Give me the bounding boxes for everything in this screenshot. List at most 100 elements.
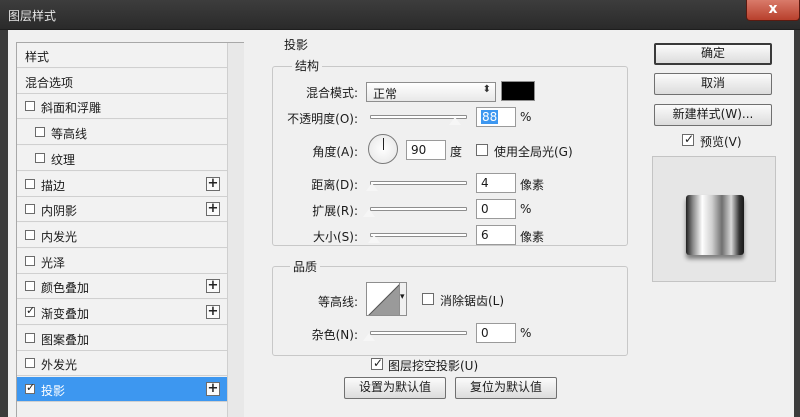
style-list-item[interactable]: 渐变叠加 + <box>17 300 227 325</box>
size-unit: 像素 <box>520 230 545 244</box>
add-icon[interactable]: + <box>206 177 220 191</box>
window-title: 图层样式 <box>8 9 57 23</box>
distance-slider[interactable] <box>370 181 467 185</box>
dialog-client: 样式混合选项斜面和浮雕等高线纹理描边 + 内阴影 + 内发光光泽颜色叠加 + 渐变叠加 + 图案… <box>8 30 794 417</box>
angle-unit: 度 <box>450 145 463 159</box>
add-icon[interactable]: + <box>206 305 220 319</box>
make-default-button[interactable]: 设置为默认值 <box>344 377 446 399</box>
style-checkbox[interactable] <box>25 304 35 317</box>
noise-label: 杂色(N): <box>311 328 358 342</box>
style-list-item[interactable]: 等高线 <box>17 120 227 145</box>
style-list-item[interactable]: 混合选项 <box>17 69 227 94</box>
contour-label: 等高线: <box>317 295 358 309</box>
distance-label: 距离(D): <box>311 178 358 192</box>
noise-input[interactable]: 0 <box>476 323 516 343</box>
global-light-checkbox[interactable] <box>476 144 488 156</box>
style-list-item[interactable]: 纹理 <box>17 146 227 171</box>
style-preview <box>652 156 776 282</box>
spread-slider[interactable] <box>370 207 467 211</box>
style-list-item-label: 投影 <box>41 384 66 398</box>
spread-input[interactable]: 0 <box>476 199 516 219</box>
opacity-slider-thumb[interactable] <box>448 116 462 126</box>
style-list: 样式混合选项斜面和浮雕等高线纹理描边 + 内阴影 + 内发光光泽颜色叠加 + 渐变叠加 + 图案… <box>16 42 244 417</box>
style-checkbox[interactable] <box>25 381 35 394</box>
cancel-button[interactable]: 取消 <box>654 73 772 95</box>
size-slider-thumb[interactable] <box>367 234 381 244</box>
shadow-color-swatch[interactable] <box>501 81 535 101</box>
title-bar: 图层样式 x <box>0 0 800 30</box>
style-checkbox[interactable] <box>25 358 35 368</box>
add-icon[interactable]: + <box>206 279 220 293</box>
style-list-item-label: 斜面和浮雕 <box>41 101 102 115</box>
angle-label: 角度(A): <box>312 145 358 159</box>
knockout-label: 图层挖空投影(U) <box>388 359 479 373</box>
opacity-unit: % <box>520 110 532 124</box>
noise-slider-thumb[interactable] <box>362 332 376 342</box>
style-list-item-label: 纹理 <box>51 153 76 167</box>
style-list-item-label: 内发光 <box>41 230 78 244</box>
add-icon[interactable]: + <box>206 202 220 216</box>
preview-label: 预览(V) <box>700 135 742 149</box>
style-list-item-label: 渐变叠加 <box>41 307 90 321</box>
size-input[interactable]: 6 <box>476 225 516 245</box>
size-slider[interactable] <box>370 233 467 237</box>
opacity-label: 不透明度(O): <box>287 112 358 126</box>
style-list-item-label: 等高线 <box>51 127 88 141</box>
angle-value: 90 <box>411 143 427 157</box>
spread-unit: % <box>520 202 532 216</box>
contour-picker[interactable] <box>366 282 400 316</box>
style-checkbox[interactable] <box>25 230 35 240</box>
anti-alias-checkbox[interactable] <box>422 293 434 305</box>
style-checkbox[interactable] <box>25 256 35 266</box>
anti-alias-label: 消除锯齿(L) <box>440 294 505 308</box>
quality-title: 品质 <box>290 258 321 275</box>
ok-button[interactable]: 确定 <box>654 43 772 65</box>
style-list-item[interactable]: 内发光 <box>17 223 227 248</box>
angle-input[interactable]: 90 <box>406 140 446 160</box>
preview-checkbox[interactable] <box>682 132 694 146</box>
updown-icon: ⬍ <box>482 84 491 95</box>
angle-dial[interactable] <box>368 134 398 164</box>
style-list-item[interactable]: 外发光 <box>17 351 227 376</box>
distance-input[interactable]: 4 <box>476 173 516 193</box>
add-icon[interactable]: + <box>206 382 220 396</box>
style-checkbox[interactable] <box>35 153 45 163</box>
style-list-item[interactable]: 颜色叠加 + <box>17 274 227 299</box>
style-list-scrollbar[interactable] <box>227 43 244 417</box>
window-frame-left <box>0 30 8 417</box>
style-list-item[interactable]: 斜面和浮雕 <box>17 94 227 119</box>
style-checkbox[interactable] <box>35 127 45 137</box>
knockout-checkbox[interactable] <box>371 356 383 370</box>
style-list-item[interactable]: 样式 <box>17 43 227 68</box>
style-checkbox[interactable] <box>25 333 35 343</box>
close-button[interactable]: x <box>746 0 800 21</box>
style-list-item-label: 外发光 <box>41 358 78 372</box>
preview-swatch <box>686 195 744 255</box>
style-checkbox[interactable] <box>25 179 35 189</box>
noise-unit: % <box>520 326 532 340</box>
style-checkbox[interactable] <box>25 101 35 111</box>
spread-slider-thumb[interactable] <box>362 208 376 218</box>
style-list-item-label: 样式 <box>25 50 50 64</box>
opacity-input[interactable]: 88 <box>476 107 516 127</box>
contour-dropdown-arrow[interactable] <box>399 282 407 316</box>
structure-title: 结构 <box>292 57 323 74</box>
style-list-item-label: 颜色叠加 <box>41 281 90 295</box>
noise-slider[interactable] <box>370 331 467 335</box>
spread-value: 0 <box>481 202 489 216</box>
style-list-item[interactable]: 投影 + <box>17 377 227 402</box>
blend-mode-label: 混合模式: <box>305 86 358 100</box>
distance-slider-thumb[interactable] <box>365 182 379 192</box>
style-list-item[interactable]: 内阴影 + <box>17 197 227 222</box>
new-style-button[interactable]: 新建样式(W)... <box>654 104 772 126</box>
style-list-item-label: 光泽 <box>41 256 66 270</box>
style-checkbox[interactable] <box>25 204 35 214</box>
style-list-item[interactable]: 光泽 <box>17 249 227 274</box>
style-list-item[interactable]: 图案叠加 <box>17 326 227 351</box>
style-list-item[interactable]: 描边 + <box>17 172 227 197</box>
blend-mode-value: 正常 <box>373 87 398 101</box>
distance-value: 4 <box>481 176 489 190</box>
blend-mode-dropdown[interactable]: 正常 ⬍ <box>366 82 496 102</box>
style-checkbox[interactable] <box>25 281 35 291</box>
reset-default-button[interactable]: 复位为默认值 <box>455 377 557 399</box>
